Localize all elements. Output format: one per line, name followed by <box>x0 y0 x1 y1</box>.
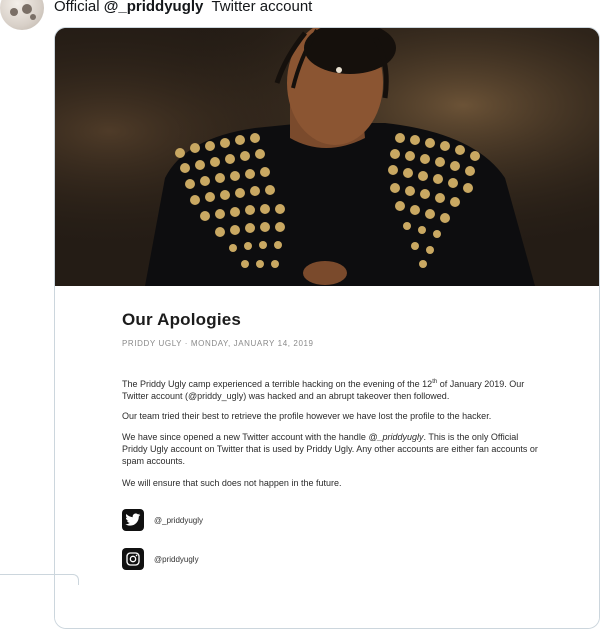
tweet-text: Official @_priddyugly Twitter account <box>54 0 312 16</box>
instagram-handle-label: @priddyugly <box>154 554 199 564</box>
tweet-text-prefix: Official <box>54 0 104 15</box>
tweet-text-suffix: Twitter account <box>203 0 313 15</box>
attached-image-card[interactable]: Our Apologies PRIDDY UGLY · MONDAY, JANU… <box>54 27 600 629</box>
article-paragraph-2: Our team tried their best to retrieve th… <box>122 411 492 421</box>
twitter-icon <box>122 509 144 531</box>
article-title: Our Apologies <box>122 310 242 329</box>
avatar[interactable] <box>0 0 44 30</box>
para3-handle: @_priddyugly <box>368 432 424 442</box>
article-paragraph-4: We will ensure that such does not happen… <box>122 478 342 488</box>
article-paragraph-1: The Priddy Ugly camp experienced a terri… <box>122 376 542 402</box>
article-paragraph-3: We have since opened a new Twitter accou… <box>122 431 542 467</box>
instagram-icon <box>122 548 144 570</box>
article-body: Our Apologies PRIDDY UGLY · MONDAY, JANU… <box>55 286 599 628</box>
mention-link[interactable]: @_priddyugly <box>104 0 204 15</box>
social-instagram[interactable]: @priddyugly <box>122 548 199 570</box>
para3-text-a: We have since opened a new Twitter accou… <box>122 432 369 442</box>
para1-text-a: The Priddy Ugly camp experienced a terri… <box>122 379 433 389</box>
article-meta: PRIDDY UGLY · MONDAY, JANUARY 14, 2019 <box>122 339 314 348</box>
social-twitter[interactable]: @_priddyugly <box>122 509 203 531</box>
next-tweet-edge <box>0 574 79 585</box>
header-photo <box>55 28 599 286</box>
header-photo-illustration <box>55 28 599 286</box>
twitter-handle-label: @_priddyugly <box>154 515 204 525</box>
